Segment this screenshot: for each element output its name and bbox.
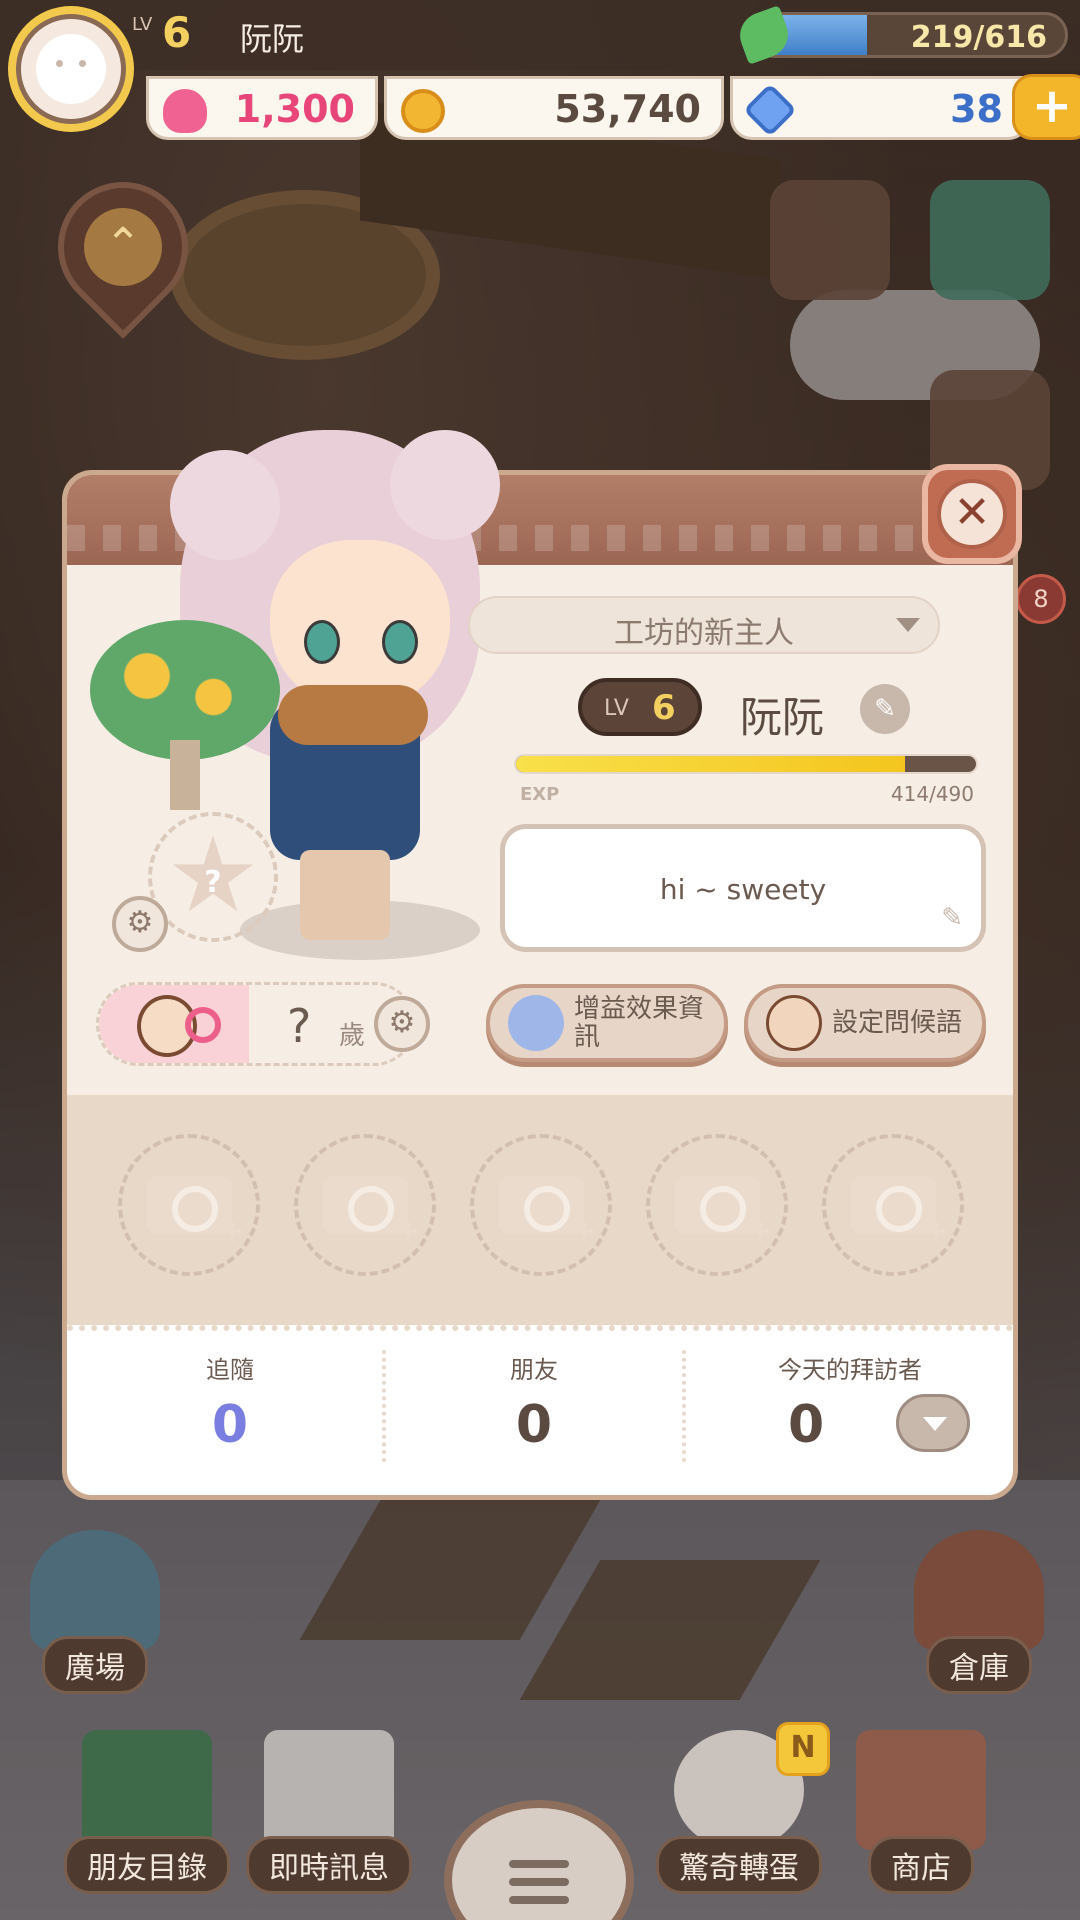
message-board-icon xyxy=(264,1730,394,1850)
warehouse-house-icon xyxy=(914,1530,1044,1650)
nav-warehouse[interactable]: 倉庫 xyxy=(914,1530,1044,1694)
add-photo-slot-4[interactable] xyxy=(646,1134,788,1276)
badge-settings-gear-icon[interactable]: ⚙ xyxy=(112,896,168,952)
gem-icon xyxy=(743,83,797,137)
nav-shop[interactable]: 商店 xyxy=(856,1730,986,1894)
avatar xyxy=(16,14,126,124)
plaza-tree-icon xyxy=(30,1530,160,1650)
followers-label: 追隨 xyxy=(206,1356,254,1384)
exp-progress-bar xyxy=(514,754,978,774)
friends-label: 朋友 xyxy=(510,1356,558,1384)
add-photo-slot-5[interactable] xyxy=(822,1134,964,1276)
followers-stat[interactable]: 追隨 0 xyxy=(80,1350,380,1455)
friends-stat[interactable]: 朋友 0 xyxy=(384,1350,684,1455)
waving-person-icon xyxy=(766,995,822,1051)
greeting-speech-bubble[interactable]: hi ~ sweety ✎ xyxy=(500,824,986,952)
nav-friend-list-label: 朋友目錄 xyxy=(64,1836,230,1894)
followers-count: 0 xyxy=(211,1395,249,1455)
avatar-face-icon xyxy=(36,34,106,104)
profile-level-badge: LV 6 xyxy=(578,678,702,736)
friends-count: 0 xyxy=(515,1395,553,1455)
visitors-label: 今天的拜訪者 xyxy=(778,1356,922,1384)
camera-add-icon xyxy=(498,1176,598,1250)
add-currency-button[interactable]: + xyxy=(1012,74,1080,140)
nav-warehouse-label: 倉庫 xyxy=(926,1636,1032,1694)
nav-gacha-label: 驚奇轉蛋 xyxy=(656,1836,822,1894)
profile-level-value: 6 xyxy=(652,688,676,728)
add-photo-slot-1[interactable] xyxy=(118,1134,260,1276)
nav-instant-message[interactable]: 即時訊息 xyxy=(246,1730,412,1894)
decoration-box-icon[interactable] xyxy=(930,180,1050,300)
add-photo-slot-2[interactable] xyxy=(294,1134,436,1276)
female-symbol-icon xyxy=(185,1007,221,1043)
new-badge: N xyxy=(776,1722,830,1776)
greeting-text: hi ~ sweety xyxy=(659,873,827,906)
exp-value: 414/490 xyxy=(890,782,974,806)
add-photo-slot-3[interactable] xyxy=(470,1134,612,1276)
energy-value: 219/616 xyxy=(910,20,1047,55)
title-dropdown-value: 工坊的新主人 xyxy=(614,616,794,651)
profile-level-label: LV xyxy=(604,696,629,721)
friend-book-icon xyxy=(82,1730,212,1850)
nav-shop-label: 商店 xyxy=(868,1836,974,1894)
edit-name-pencil-icon[interactable]: ✎ xyxy=(860,684,910,734)
nav-instant-message-label: 即時訊息 xyxy=(246,1836,412,1894)
chevron-down-icon xyxy=(896,618,920,632)
nav-friend-list[interactable]: 朋友目錄 xyxy=(64,1730,230,1894)
age-unit: 歲 xyxy=(339,1021,366,1051)
close-icon: ✕ xyxy=(937,479,1007,549)
camera-add-icon xyxy=(322,1176,422,1250)
hearts-value: 1,300 xyxy=(234,87,355,131)
close-dialog-button[interactable]: ✕ xyxy=(922,464,1022,564)
stats-divider xyxy=(682,1350,686,1462)
camera-add-icon xyxy=(674,1176,774,1250)
room-edit-icon[interactable] xyxy=(770,180,890,300)
gender-panel xyxy=(99,985,249,1063)
lucky-tree-icon[interactable] xyxy=(90,620,280,820)
chevron-up-icon: ⌃ xyxy=(84,208,162,286)
notification-count-badge: 8 xyxy=(1016,574,1066,624)
hud-level-label: LV xyxy=(132,14,153,35)
nav-plaza[interactable]: 廣場 xyxy=(30,1530,160,1694)
exp-label: EXP xyxy=(520,784,560,805)
set-greeting-button[interactable]: 設定問候語 xyxy=(744,984,986,1062)
buff-user-icon xyxy=(508,995,564,1051)
nav-plaza-label: 廣場 xyxy=(42,1636,148,1694)
gems-counter[interactable]: 38 xyxy=(730,76,1030,140)
age-value: ? xyxy=(287,999,312,1053)
buff-info-button[interactable]: 增益效果資訊 xyxy=(486,984,728,1062)
camera-add-icon xyxy=(146,1176,246,1250)
buff-info-label: 增益效果資訊 xyxy=(574,994,705,1052)
hud-level: 6 xyxy=(162,8,192,57)
visitors-dropdown-button[interactable] xyxy=(896,1394,970,1452)
heart-icon xyxy=(163,89,207,133)
set-greeting-label: 設定問候語 xyxy=(832,1008,963,1038)
coins-value: 53,740 xyxy=(554,87,701,131)
shop-storefront-icon xyxy=(856,1730,986,1850)
coin-icon xyxy=(401,89,445,133)
coins-counter[interactable]: 53,740 xyxy=(384,76,724,140)
player-avatar-button[interactable] xyxy=(8,6,134,132)
title-dropdown[interactable]: 工坊的新主人 xyxy=(468,596,940,654)
profile-player-name: 阮阮 xyxy=(740,693,825,742)
gender-age-row: ? 歲 xyxy=(96,982,416,1066)
camera-add-icon xyxy=(850,1176,950,1250)
hearts-counter[interactable]: 1,300 xyxy=(146,76,378,140)
hud-player-name: 阮阮 xyxy=(240,20,305,58)
hamburger-menu-icon xyxy=(509,1860,569,1868)
gems-value: 38 xyxy=(950,87,1003,131)
age-settings-gear-icon[interactable]: ⚙ xyxy=(374,996,430,1052)
energy-bar[interactable]: 219/616 xyxy=(752,12,1068,58)
star-badge-icon: ? xyxy=(172,835,254,912)
exp-progress-fill xyxy=(516,756,905,772)
greeting-edit-pencil-icon[interactable]: ✎ xyxy=(941,903,963,933)
